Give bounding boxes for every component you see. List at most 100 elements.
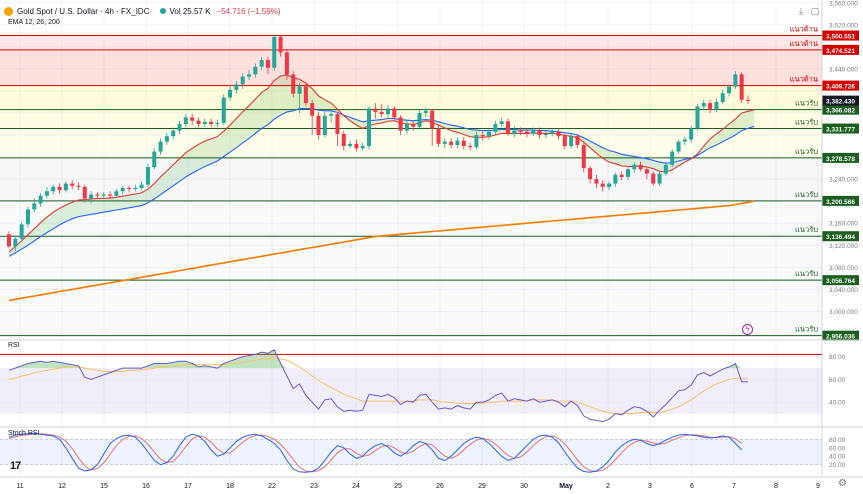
candle-body — [13, 238, 18, 247]
candle-body — [228, 89, 233, 98]
candle-body — [354, 143, 359, 149]
candle-body — [670, 151, 675, 165]
candle-body — [638, 164, 643, 170]
candle-body — [543, 133, 548, 136]
x-tick-label: 24 — [352, 483, 360, 490]
support-label: แนวรับ — [795, 99, 818, 108]
candle-body — [423, 110, 428, 113]
zone-fill — [0, 157, 822, 201]
candle-body — [95, 194, 100, 196]
chart-canvas[interactable]: แนวต้าน 3,500.551 แนวต้าน 3,474.521 แนวต้าน 3… — [0, 0, 863, 494]
gear-icon[interactable]: ⚙ — [838, 478, 847, 489]
x-tick-label: 9 — [816, 483, 820, 490]
candle-body — [145, 167, 150, 185]
candle-body — [588, 168, 593, 180]
symbol-title[interactable]: Gold Spot / U.S. Dollar · 4h · FX_IDC — [17, 7, 150, 16]
candle-body — [493, 124, 498, 132]
y-tick-label: 3,440.000 — [829, 66, 858, 73]
candle-body — [676, 141, 681, 152]
candle-body — [51, 186, 56, 192]
candle-body — [221, 97, 226, 123]
rsi-tick-label: 40.00 — [829, 400, 846, 407]
candle-body — [82, 186, 87, 199]
candle-body — [651, 173, 656, 184]
support-label: แนวรับ — [795, 225, 818, 234]
y-tick-label: 3,000.000 — [829, 309, 858, 316]
candle-body — [70, 183, 75, 186]
x-tick-label: 29 — [478, 483, 486, 490]
x-tick-label: 7 — [732, 483, 736, 490]
candle-body — [101, 194, 106, 196]
support-label: แนวรับ — [795, 118, 818, 127]
candle-body — [562, 136, 567, 147]
candle-body — [632, 164, 637, 170]
bolt-icon[interactable]: ϟ — [742, 324, 753, 335]
ema-indicator-label[interactable]: EMA 12, 26, 200 — [8, 19, 60, 26]
gold-logo-icon — [4, 6, 13, 16]
price-tag-text: 3,331.777 — [826, 127, 855, 134]
candle-body — [455, 140, 460, 145]
candle-body — [575, 136, 580, 145]
download-icon[interactable]: ⤓ — [795, 6, 807, 17]
candle-body — [689, 128, 694, 140]
support-label: แนวรับ — [795, 190, 818, 199]
candle-body — [127, 187, 132, 190]
candle-body — [720, 93, 725, 102]
zone-fill — [0, 200, 822, 336]
candle-body — [63, 183, 68, 191]
candle-body — [746, 99, 750, 101]
price-tag-text: 3,056.764 — [826, 278, 855, 285]
candle-body — [625, 169, 630, 177]
fullscreen-icon[interactable]: ▢ — [809, 6, 821, 17]
price-tag-text: 3,500.551 — [826, 34, 855, 41]
candle-body — [183, 117, 188, 125]
candle-body — [392, 108, 397, 118]
price-tag-text: 3,136.494 — [826, 234, 855, 241]
rsi-tick-label: 80.00 — [829, 354, 846, 361]
candle-body — [303, 86, 308, 104]
candle-body — [133, 187, 138, 190]
candle-body — [278, 36, 283, 53]
candle-body — [373, 108, 378, 112]
x-tick-label: 30 — [520, 483, 528, 490]
candle-body — [310, 103, 315, 116]
candle-body — [701, 103, 706, 107]
candle-body — [430, 110, 435, 129]
candle-body — [360, 146, 365, 149]
resistance-label: แนวต้าน — [790, 75, 818, 84]
candle-body — [152, 151, 157, 168]
candle-body — [209, 121, 214, 125]
candle-body — [329, 114, 334, 116]
stoch-tick-label: 60.00 — [829, 445, 846, 452]
candle-body — [348, 143, 353, 147]
candle-body — [556, 131, 561, 137]
support-label: แนวรับ — [795, 325, 818, 334]
candle-body — [619, 174, 624, 177]
candle-body — [76, 185, 81, 187]
rsi-tick-label: 60.00 — [829, 377, 846, 384]
rsi-indicator-label[interactable]: RSI — [8, 342, 20, 349]
stoch-rsi-indicator-label[interactable]: Stoch RSI — [8, 430, 40, 437]
candle-body — [487, 131, 492, 137]
volume-value: Vol 25.57 K — [169, 6, 211, 16]
candle-body — [385, 108, 390, 115]
candle-body — [171, 130, 176, 137]
resistance-label: แนวต้าน — [790, 39, 818, 48]
candle-body — [411, 124, 416, 127]
stoch-tick-label: 20.00 — [829, 462, 846, 469]
candle-body — [695, 106, 700, 129]
candle-body — [449, 141, 454, 145]
candle-body — [657, 173, 662, 184]
zone-fill — [0, 49, 822, 86]
candle-body — [379, 111, 384, 115]
candle-body — [19, 224, 24, 239]
tradingview-logo-icon[interactable]: 17 — [10, 460, 21, 472]
x-tick-label: 23 — [310, 483, 318, 490]
x-tick-label: 8 — [774, 483, 778, 490]
candle-body — [613, 174, 618, 184]
candle-body — [569, 136, 574, 147]
candle-body — [240, 76, 245, 85]
zone-fill — [0, 85, 822, 110]
y-tick-label: 3,120.000 — [829, 243, 858, 250]
y-tick-label: 3,160.000 — [829, 221, 858, 228]
